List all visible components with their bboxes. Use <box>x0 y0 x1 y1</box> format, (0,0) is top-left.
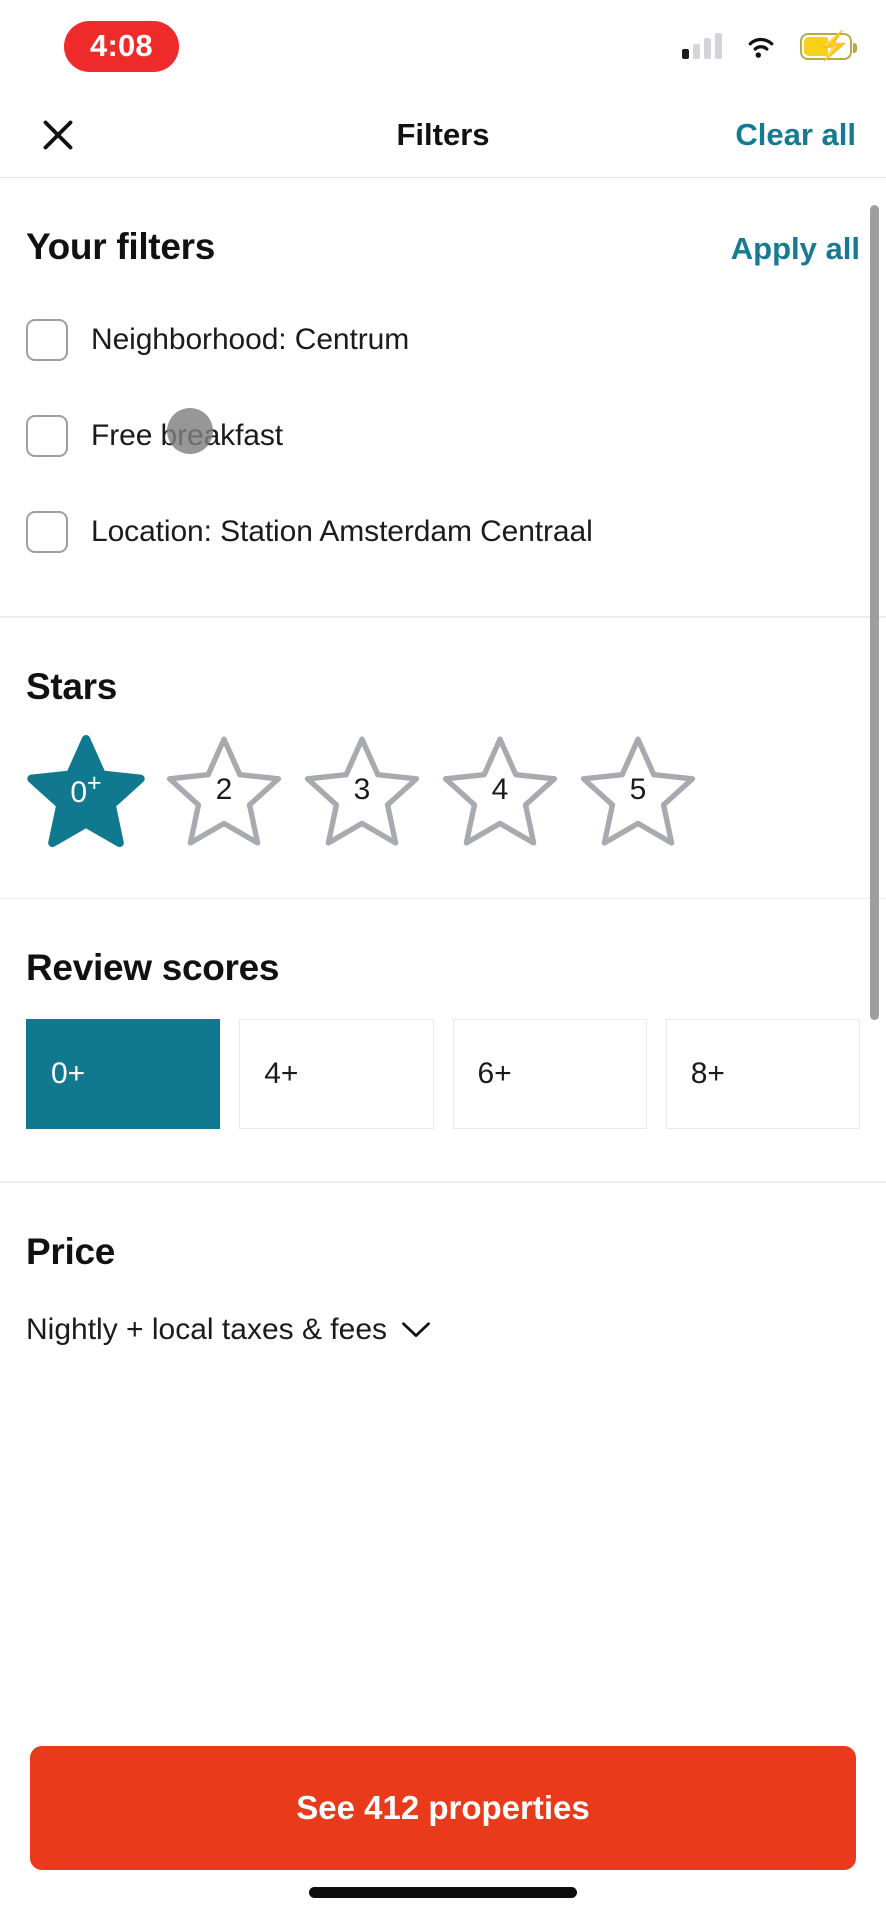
price-header: Price Nightly + local taxes & fees <box>26 1183 860 1347</box>
see-properties-button[interactable]: See 412 properties <box>30 1746 856 1870</box>
filter-checkbox-row-location[interactable]: Location: Station Amsterdam Centraal <box>26 484 860 580</box>
checkbox-icon[interactable] <box>26 319 68 361</box>
review-score-chip-4[interactable]: 4+ <box>239 1019 434 1129</box>
status-icons: ⚡ <box>682 31 857 60</box>
star-label: 5 <box>629 772 647 806</box>
star-option-5[interactable]: 5 <box>578 734 698 850</box>
vertical-scrollbar[interactable] <box>870 205 879 1020</box>
price-subtitle-row[interactable]: Nightly + local taxes & fees <box>26 1313 860 1347</box>
star-option-0[interactable]: 0+ <box>26 734 146 850</box>
star-option-3[interactable]: 3 <box>302 734 422 850</box>
filter-checkbox-row-neighborhood[interactable]: Neighborhood: Centrum <box>26 292 860 388</box>
stars-options: 0+ 2 3 4 5 <box>26 708 860 898</box>
filter-checkbox-row-free-breakfast[interactable]: Free breakfast <box>26 388 860 484</box>
wifi-icon <box>744 33 778 59</box>
filter-label: Location: Station Amsterdam Centraal <box>91 515 593 548</box>
filters-scroll-area[interactable]: Your filters Apply all Neighborhood: Cen… <box>0 178 886 1920</box>
your-filters-section: Your filters Apply all Neighborhood: Cen… <box>0 178 886 616</box>
home-indicator <box>309 1887 577 1898</box>
review-score-chip-0[interactable]: 0+ <box>26 1019 221 1129</box>
filter-label: Neighborhood: Centrum <box>91 323 410 356</box>
filter-label: Free breakfast <box>91 419 284 452</box>
price-title: Price <box>26 1230 116 1272</box>
checkbox-icon[interactable] <box>26 415 68 457</box>
star-option-4[interactable]: 4 <box>440 734 560 850</box>
stars-header: Stars <box>26 618 860 708</box>
close-icon[interactable] <box>30 107 86 163</box>
your-filters-header: Your filters Apply all <box>26 178 860 268</box>
star-label: 4 <box>491 772 509 806</box>
recording-time-pill: 4:08 <box>64 20 179 72</box>
battery-charging-icon: ⚡ <box>800 31 857 60</box>
review-scores-options: 0+ 4+ 6+ 8+ <box>26 989 860 1181</box>
status-bar: 4:08 ⚡ <box>0 0 886 92</box>
stars-section: Stars 0+ 2 3 4 5 <box>0 617 886 898</box>
your-filters-list: Neighborhood: Centrum Free breakfast Loc… <box>26 268 860 616</box>
checkbox-icon[interactable] <box>26 511 68 553</box>
cellular-signal-icon <box>682 33 722 59</box>
stars-title: Stars <box>26 665 118 707</box>
price-subtitle: Nightly + local taxes & fees <box>26 1312 388 1346</box>
star-label: 3 <box>353 772 371 806</box>
star-option-2[interactable]: 2 <box>164 734 284 850</box>
your-filters-title: Your filters <box>26 226 215 267</box>
review-score-chip-6[interactable]: 6+ <box>452 1019 647 1129</box>
apply-all-button[interactable]: Apply all <box>731 231 860 267</box>
clear-all-button[interactable]: Clear all <box>735 117 856 153</box>
review-score-chip-8[interactable]: 8+ <box>665 1019 860 1129</box>
review-scores-title: Review scores <box>26 947 280 988</box>
star-label: 2 <box>215 772 233 806</box>
page-header: Filters Clear all <box>0 92 886 178</box>
review-scores-header: Review scores <box>26 899 860 989</box>
star-label: 0+ <box>70 769 102 809</box>
chevron-down-icon[interactable] <box>401 1313 431 1347</box>
price-section: Price Nightly + local taxes & fees <box>0 1182 886 1347</box>
review-scores-section: Review scores 0+ 4+ 6+ 8+ <box>0 899 886 1181</box>
